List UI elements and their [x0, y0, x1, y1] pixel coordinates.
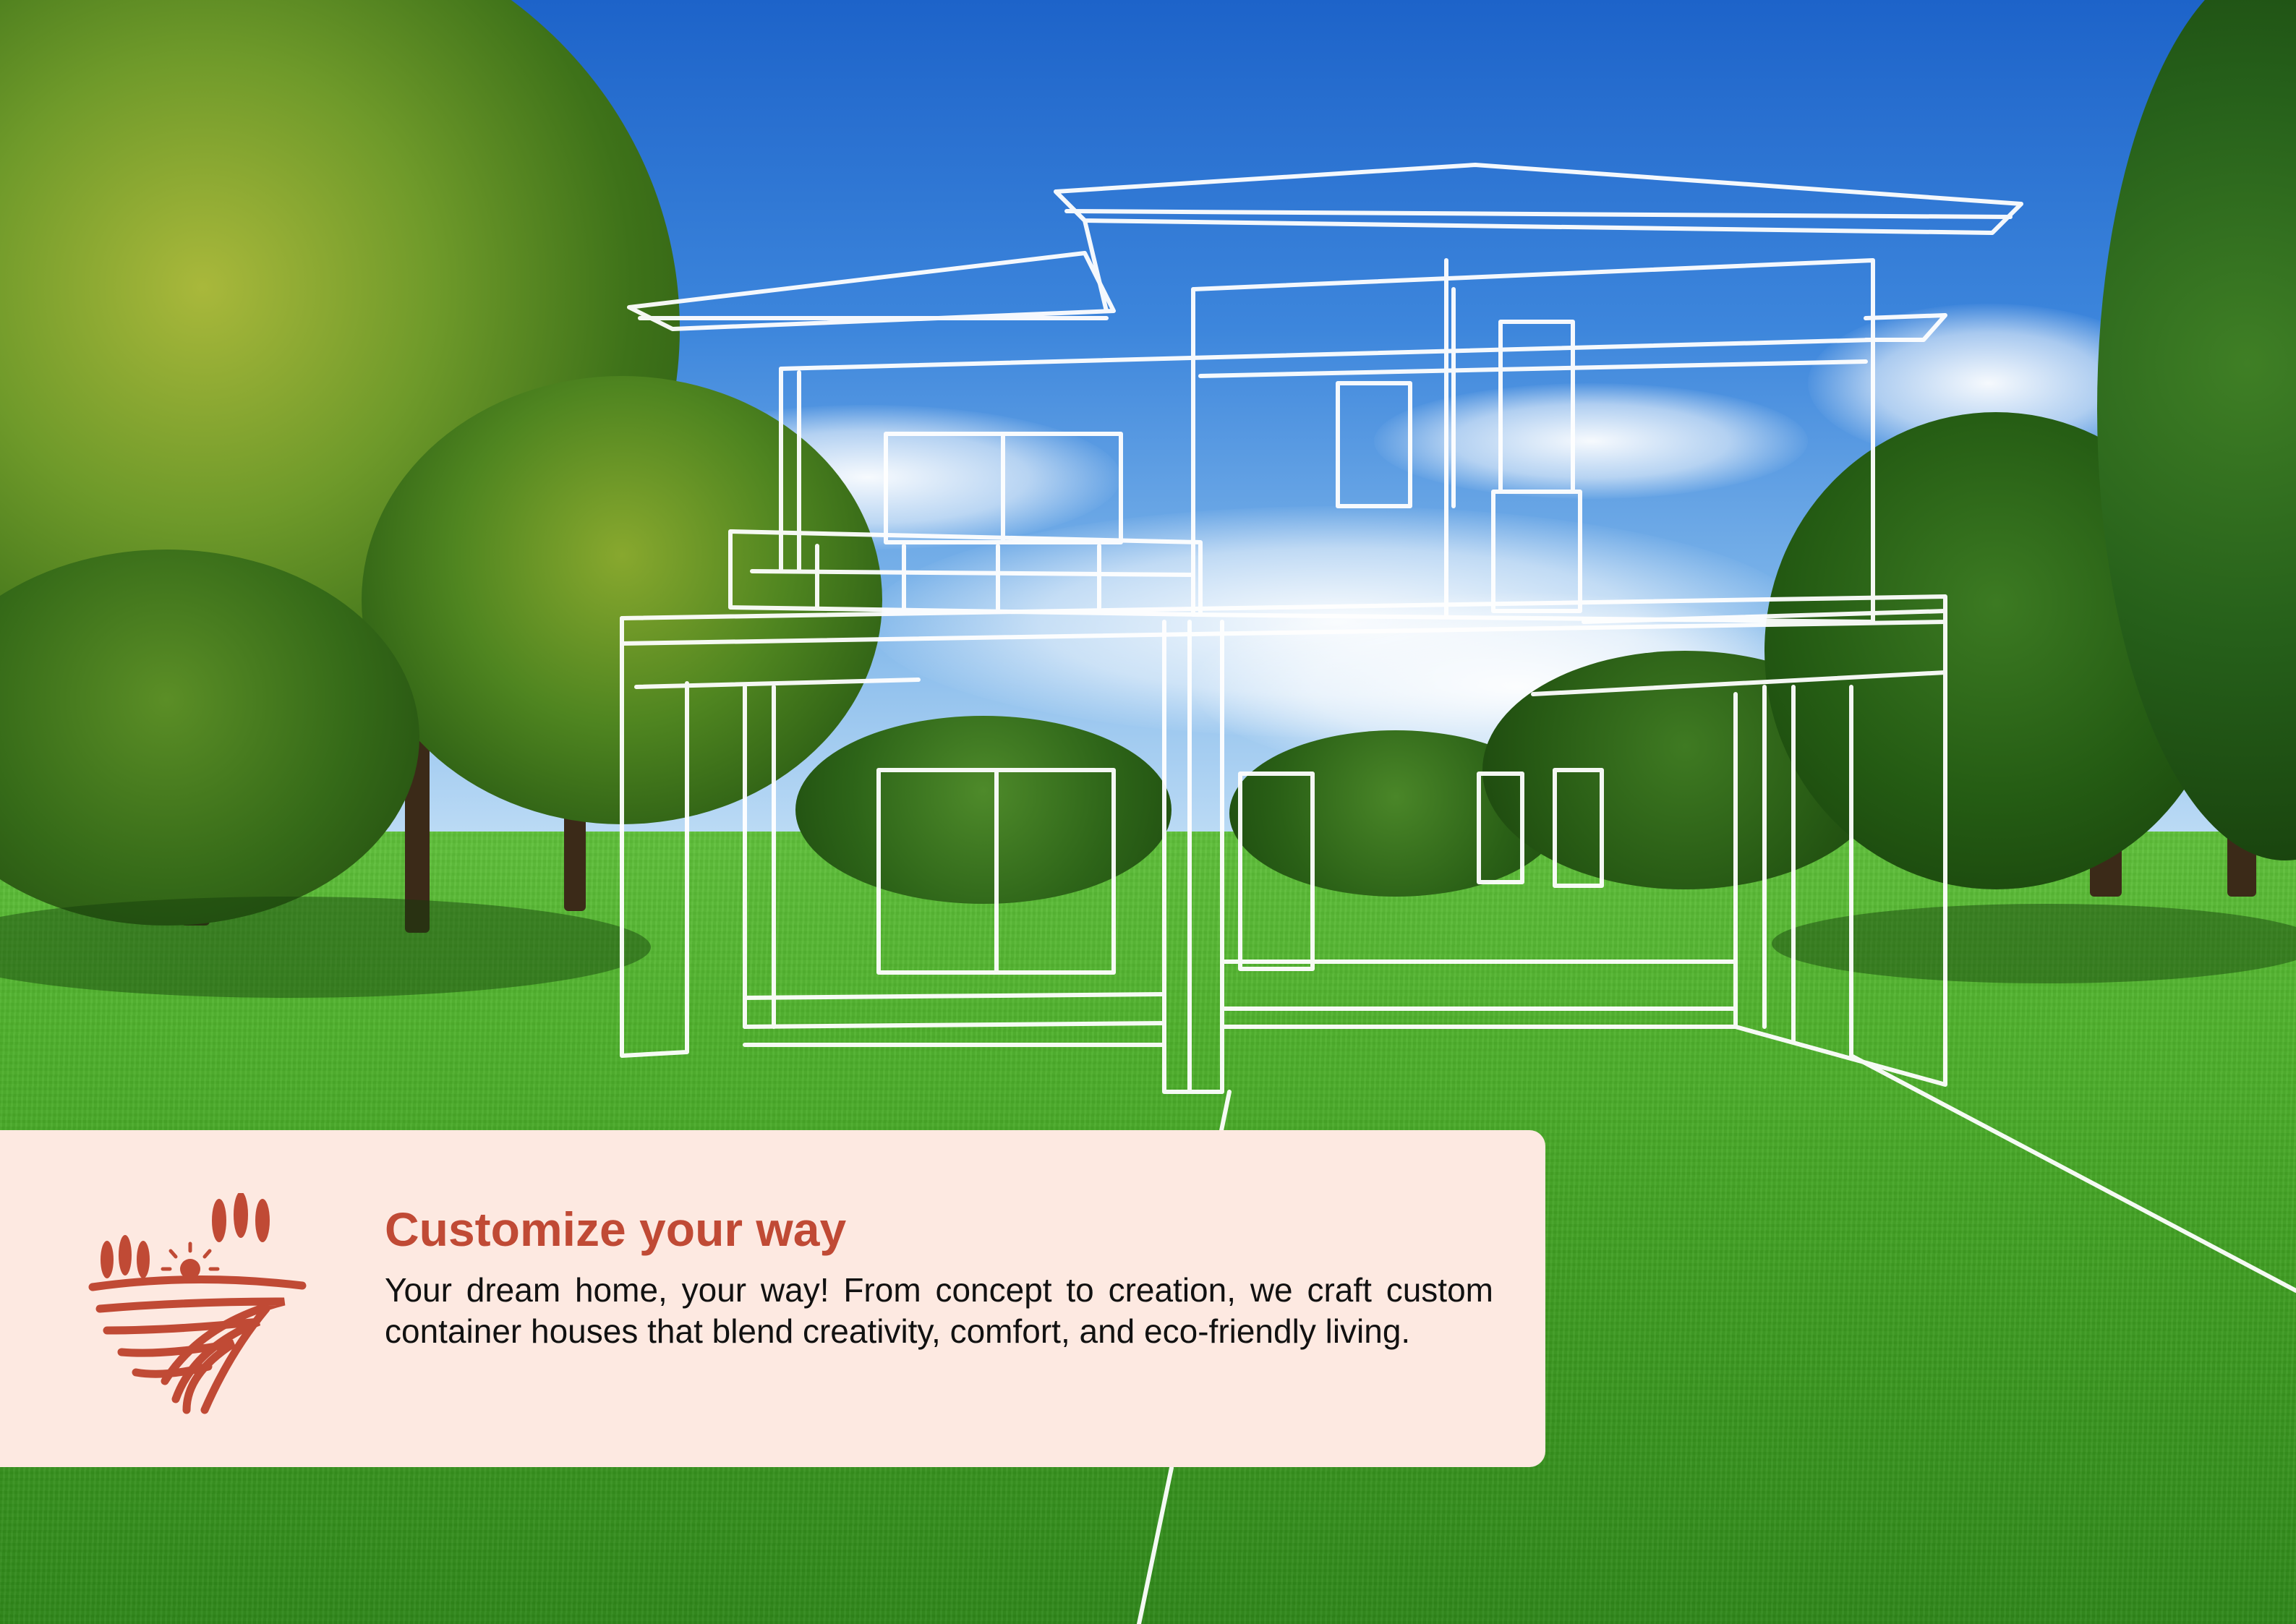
farm-field-sun-trees-icon	[88, 1193, 307, 1414]
card-body-text: Your dream home, your way! From concept …	[385, 1271, 1493, 1350]
card-title: Customize your way	[385, 1202, 847, 1256]
